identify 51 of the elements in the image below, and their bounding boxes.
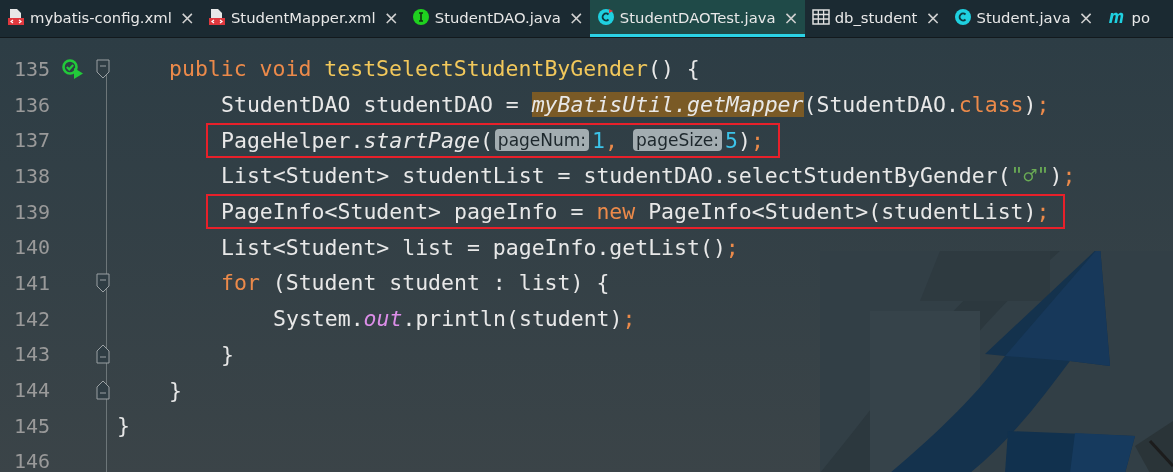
close-tab-button[interactable]: ×: [383, 6, 399, 28]
code-text: 5);: [725, 127, 764, 153]
fold-icon[interactable]: [96, 344, 110, 365]
close-tab-button[interactable]: ×: [568, 6, 584, 28]
code-line: public void testSelectStudentByGender() {: [169, 56, 700, 82]
line-number: 140: [12, 235, 50, 260]
editor-tab[interactable]: StudentMapper.xml ×: [200, 0, 405, 37]
editor-tab[interactable]: Student.java ×: [946, 0, 1100, 37]
editor-tab[interactable]: StudentDAOTest.java ×: [589, 0, 805, 37]
line-number: 136: [12, 92, 50, 117]
line-number: 138: [12, 163, 50, 188]
xml-file-icon: [207, 8, 226, 26]
code-line: }: [221, 341, 234, 367]
run-test-icon[interactable]: [62, 58, 84, 79]
line-number: 137: [12, 128, 50, 153]
line-number: 146: [12, 449, 50, 472]
line-number: 141: [12, 270, 50, 295]
code-line: }: [169, 377, 182, 403]
editor-tab[interactable]: db_student ×: [804, 0, 947, 37]
parameter-hint: pageSize:: [632, 129, 723, 152]
line-number: 135: [12, 56, 50, 81]
fold-icon[interactable]: [96, 272, 110, 293]
code-line: PageInfo<Student> pageInfo = new PageInfo<Student>(studentList);: [221, 199, 1050, 225]
code-line: List<Student> list = pageInfo.getList();: [221, 234, 739, 260]
code-text: 1,: [592, 127, 619, 153]
line-number: 143: [12, 342, 50, 367]
line-number: 139: [12, 199, 50, 224]
editor-tab[interactable]: StudentDAO.java ×: [404, 0, 590, 37]
fold-icon[interactable]: [96, 58, 110, 79]
close-tab-button[interactable]: ×: [925, 6, 941, 28]
line-number: 145: [12, 413, 50, 438]
editor-tab[interactable]: po: [1099, 0, 1157, 37]
table-icon: [811, 8, 830, 26]
editor-tab[interactable]: mybatis-config.xml ×: [0, 0, 201, 37]
fold-icon[interactable]: [96, 380, 110, 401]
code-line: StudentDAO studentDAO = myBatisUtil.getMapper(StudentDAO.class);: [221, 92, 1050, 118]
test-class-icon: [596, 8, 615, 26]
code-line: for (Student student : list) {: [221, 270, 610, 296]
class-icon: [953, 8, 972, 26]
interface-icon: [411, 8, 430, 26]
code-line: }: [117, 413, 130, 439]
parameter-hint: pageNum:: [494, 129, 590, 152]
line-number: 144: [12, 378, 50, 403]
line-number: 142: [12, 306, 50, 331]
close-tab-button[interactable]: ×: [179, 6, 195, 28]
close-tab-button[interactable]: ×: [1078, 6, 1094, 28]
xml-file-icon: [7, 8, 25, 26]
code-text: PageHelper.startPage(: [221, 127, 493, 153]
code-line: System.out.println(student);: [273, 306, 636, 332]
close-tab-button[interactable]: ×: [783, 6, 799, 28]
code-line: List<Student> studentList = studentDAO.selectStudentByGender("♂");: [221, 163, 1076, 189]
